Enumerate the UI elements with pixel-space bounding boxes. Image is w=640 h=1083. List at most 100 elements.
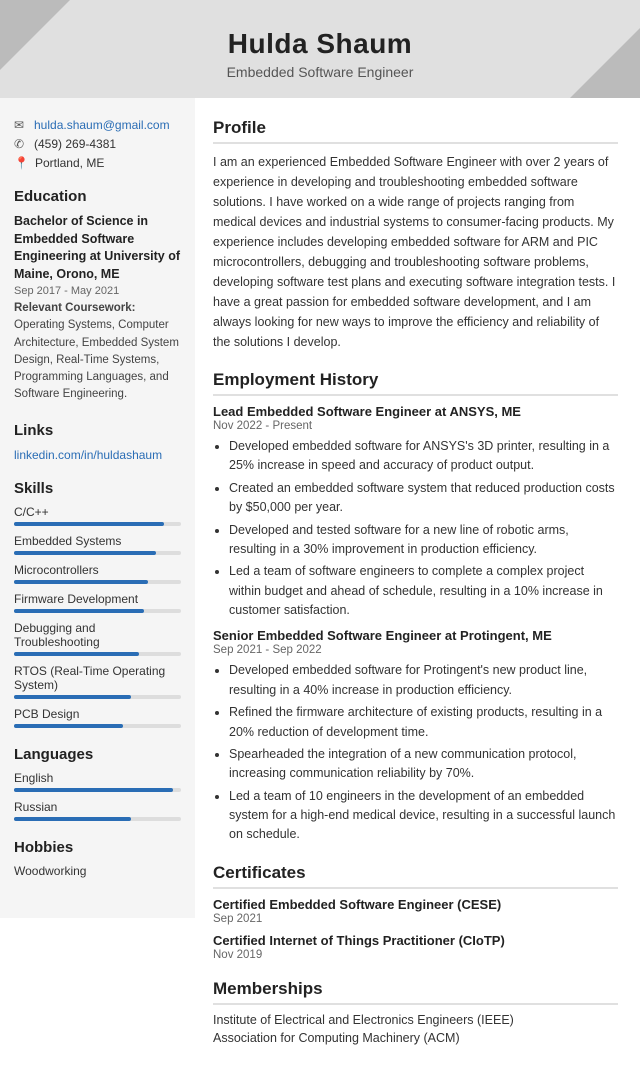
skill-name: Debugging and Troubleshooting	[14, 621, 181, 649]
jobs-list: Lead Embedded Software Engineer at ANSYS…	[213, 404, 618, 845]
cert-entry: Certified Embedded Software Engineer (CE…	[213, 897, 618, 925]
links-title: Links	[14, 422, 181, 439]
employment-title: Employment History	[213, 370, 618, 396]
job-title: Senior Embedded Software Engineer at Pro…	[213, 628, 618, 643]
skill-item: C/C++	[14, 505, 181, 526]
job-date: Nov 2022 - Present	[213, 420, 618, 432]
cert-name: Certified Internet of Things Practitione…	[213, 933, 618, 948]
location-icon: 📍	[14, 156, 29, 170]
job-bullets: Developed embedded software for Protinge…	[213, 661, 618, 844]
location-text: Portland, ME	[35, 156, 104, 170]
memberships-section: Memberships Institute of Electrical and …	[213, 979, 618, 1045]
skill-item: Firmware Development	[14, 592, 181, 613]
languages-title: Languages	[14, 746, 181, 763]
membership-item: Institute of Electrical and Electronics …	[213, 1013, 618, 1027]
language-bar-fill	[14, 817, 131, 821]
language-bar-bg	[14, 788, 181, 792]
language-item: English	[14, 771, 181, 792]
education-section: Education Bachelor of Science in Embedde…	[14, 188, 181, 404]
language-bar-bg	[14, 817, 181, 821]
cert-entry: Certified Internet of Things Practitione…	[213, 933, 618, 961]
job-date: Sep 2021 - Sep 2022	[213, 644, 618, 656]
main-layout: ✉ hulda.shaum@gmail.com ✆ (459) 269-4381…	[0, 98, 640, 1083]
job-bullet: Refined the firmware architecture of exi…	[229, 703, 618, 742]
job-bullet: Developed embedded software for Protinge…	[229, 661, 618, 700]
skill-name: Firmware Development	[14, 592, 181, 606]
languages-section: Languages English Russian	[14, 746, 181, 821]
skill-bar-fill	[14, 551, 156, 555]
skill-bar-fill	[14, 695, 131, 699]
job-bullet: Developed and tested software for a new …	[229, 521, 618, 560]
edu-courses: Relevant Coursework: Operating Systems, …	[14, 300, 181, 404]
profile-text: I am an experienced Embedded Software En…	[213, 152, 618, 352]
skill-bar-fill	[14, 724, 123, 728]
profile-title: Profile	[213, 118, 618, 144]
candidate-title: Embedded Software Engineer	[20, 64, 620, 80]
language-name: English	[14, 771, 181, 785]
memberships-title: Memberships	[213, 979, 618, 1005]
skill-bar-fill	[14, 580, 148, 584]
hobbies-title: Hobbies	[14, 839, 181, 856]
candidate-name: Hulda Shaum	[20, 28, 620, 60]
job-bullet: Developed embedded software for ANSYS's …	[229, 437, 618, 476]
email-icon: ✉	[14, 118, 28, 132]
skill-name: C/C++	[14, 505, 181, 519]
linkedin-link-item: linkedin.com/in/huldashaum	[14, 447, 181, 462]
language-name: Russian	[14, 800, 181, 814]
edu-degree: Bachelor of Science in Embedded Software…	[14, 213, 181, 283]
job-bullet: Led a team of 10 engineers in the develo…	[229, 787, 618, 845]
job-entry: Senior Embedded Software Engineer at Pro…	[213, 628, 618, 844]
languages-list: English Russian	[14, 771, 181, 821]
job-bullets: Developed embedded software for ANSYS's …	[213, 437, 618, 620]
skill-bar-fill	[14, 609, 144, 613]
phone-item: ✆ (459) 269-4381	[14, 137, 181, 151]
skill-bar-bg	[14, 652, 181, 656]
job-bullet: Created an embedded software system that…	[229, 479, 618, 518]
job-bullet: Led a team of software engineers to comp…	[229, 562, 618, 620]
cert-name: Certified Embedded Software Engineer (CE…	[213, 897, 618, 912]
main-content: Profile I am an experienced Embedded Sof…	[195, 98, 640, 1083]
memberships-list: Institute of Electrical and Electronics …	[213, 1013, 618, 1045]
job-title: Lead Embedded Software Engineer at ANSYS…	[213, 404, 618, 419]
location-item: 📍 Portland, ME	[14, 156, 181, 170]
sidebar: ✉ hulda.shaum@gmail.com ✆ (459) 269-4381…	[0, 98, 195, 918]
cert-date: Nov 2019	[213, 949, 618, 961]
skill-bar-bg	[14, 695, 181, 699]
edu-date: Sep 2017 - May 2021	[14, 285, 181, 297]
skill-bar-fill	[14, 522, 164, 526]
skill-bar-bg	[14, 609, 181, 613]
skill-bar-bg	[14, 580, 181, 584]
skill-bar-bg	[14, 522, 181, 526]
certificates-section: Certificates Certified Embedded Software…	[213, 863, 618, 961]
phone-text: (459) 269-4381	[34, 137, 116, 151]
certificates-title: Certificates	[213, 863, 618, 889]
skill-item: Debugging and Troubleshooting	[14, 621, 181, 656]
skills-list: C/C++ Embedded Systems Microcontrollers …	[14, 505, 181, 728]
courses-label: Relevant Coursework:	[14, 302, 135, 314]
resume-header: Hulda Shaum Embedded Software Engineer	[0, 0, 640, 98]
skill-item: Microcontrollers	[14, 563, 181, 584]
hobbies-text: Woodworking	[14, 864, 181, 878]
education-title: Education	[14, 188, 181, 205]
skill-name: PCB Design	[14, 707, 181, 721]
courses-text: Operating Systems, Computer Architecture…	[14, 319, 179, 400]
skill-item: PCB Design	[14, 707, 181, 728]
job-entry: Lead Embedded Software Engineer at ANSYS…	[213, 404, 618, 620]
hobbies-section: Hobbies Woodworking	[14, 839, 181, 878]
skill-name: Embedded Systems	[14, 534, 181, 548]
job-bullet: Spearheaded the integration of a new com…	[229, 745, 618, 784]
skill-name: Microcontrollers	[14, 563, 181, 577]
skills-title: Skills	[14, 480, 181, 497]
links-section: Links linkedin.com/in/huldashaum	[14, 422, 181, 462]
linkedin-link[interactable]: linkedin.com/in/huldashaum	[14, 448, 162, 462]
skill-bar-bg	[14, 724, 181, 728]
profile-section: Profile I am an experienced Embedded Sof…	[213, 118, 618, 352]
membership-item: Association for Computing Machinery (ACM…	[213, 1031, 618, 1045]
skill-bar-fill	[14, 652, 139, 656]
skills-section: Skills C/C++ Embedded Systems Microcontr…	[14, 480, 181, 728]
language-item: Russian	[14, 800, 181, 821]
phone-icon: ✆	[14, 137, 28, 151]
email-link[interactable]: hulda.shaum@gmail.com	[34, 118, 170, 132]
certs-list: Certified Embedded Software Engineer (CE…	[213, 897, 618, 961]
skill-name: RTOS (Real-Time Operating System)	[14, 664, 181, 692]
